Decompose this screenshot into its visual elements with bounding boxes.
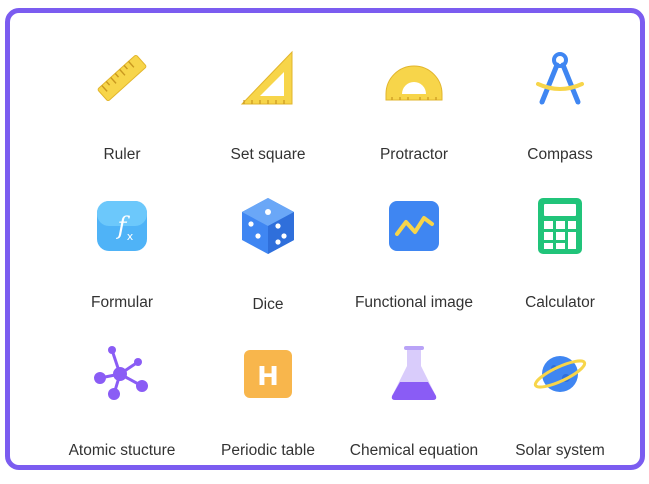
tool-compass[interactable]: Compass	[490, 48, 630, 188]
tools-panel: Ruler Set square Protractor Compass f x …	[5, 8, 645, 470]
tool-label: Protractor	[379, 146, 449, 163]
ruler-icon	[92, 48, 152, 108]
tool-label: Functional image	[354, 294, 474, 311]
tool-label: Periodic table	[221, 442, 315, 459]
dice-icon	[238, 196, 298, 256]
tool-label: Formular	[90, 294, 153, 311]
tool-label: Chemical equation	[349, 442, 479, 459]
tool-dice[interactable]: Dice	[198, 196, 338, 336]
formula-icon: f x	[92, 196, 152, 256]
tool-functional-image[interactable]: Functional image	[344, 196, 484, 336]
svg-text:H: H	[257, 362, 279, 392]
tool-label: Solar system	[515, 442, 605, 459]
molecule-icon	[92, 344, 152, 404]
function-graph-icon	[384, 196, 444, 256]
tool-label: Compass	[527, 146, 593, 163]
tool-calculator[interactable]: Calculator	[490, 196, 630, 336]
periodic-table-icon: H	[238, 344, 298, 404]
svg-text:x: x	[127, 230, 134, 243]
tool-label: Set square	[230, 146, 306, 163]
tool-label: Calculator	[525, 294, 595, 311]
compass-icon	[530, 48, 590, 108]
tool-label: Dice	[252, 296, 284, 313]
tool-formular[interactable]: f x Formular	[52, 196, 192, 336]
flask-icon	[384, 344, 444, 404]
tool-periodic-table[interactable]: H Periodic table	[198, 344, 338, 484]
tool-chemical-equation[interactable]: Chemical equation	[344, 344, 484, 484]
tool-atomic-structure[interactable]: Atomic stucture	[52, 344, 192, 484]
tool-ruler[interactable]: Ruler	[52, 48, 192, 188]
tool-label: Atomic stucture	[68, 442, 176, 459]
tool-label: Ruler	[103, 146, 141, 163]
protractor-icon	[384, 48, 444, 108]
set-square-icon	[238, 48, 298, 108]
tool-protractor[interactable]: Protractor	[344, 48, 484, 188]
calculator-icon	[530, 196, 590, 256]
tool-set-square[interactable]: Set square	[198, 48, 338, 188]
planet-icon	[530, 344, 590, 404]
tool-solar-system[interactable]: Solar system	[490, 344, 630, 484]
